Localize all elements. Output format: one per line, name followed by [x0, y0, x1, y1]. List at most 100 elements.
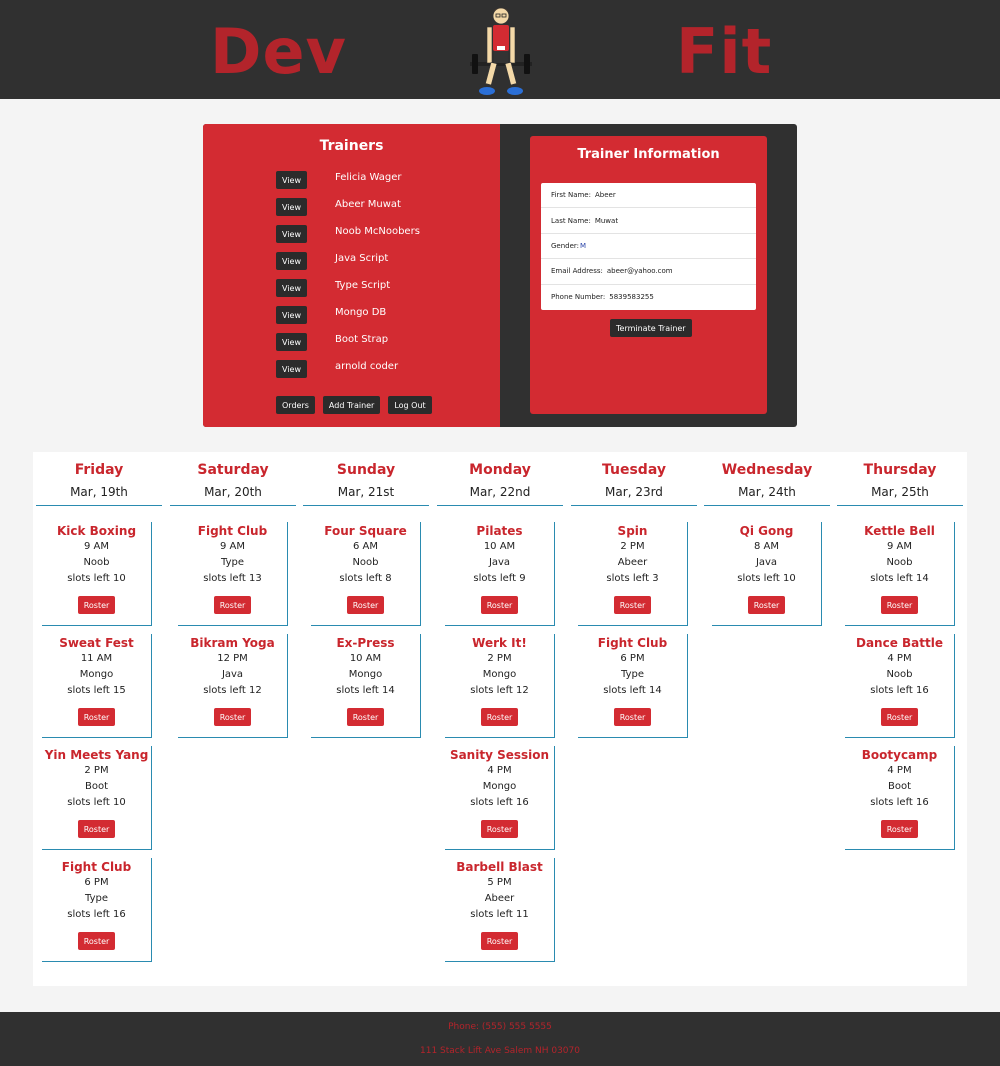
- gender-label: Gender:: [551, 241, 580, 250]
- day-name: Thursday: [863, 462, 937, 478]
- email-item: Email Address: abeer@yahoo.com: [541, 259, 756, 285]
- trainer-row: View Type Script: [276, 278, 390, 298]
- roster-button[interactable]: Roster: [480, 932, 519, 950]
- roster-button[interactable]: Roster: [77, 596, 116, 614]
- class-title: Dance Battle: [856, 636, 943, 650]
- roster-button[interactable]: Roster: [77, 820, 116, 838]
- view-trainer-button[interactable]: View: [276, 360, 307, 378]
- class-slots: slots left 12: [470, 685, 529, 696]
- class-trainer: Java: [755, 557, 778, 568]
- class-time: 6 PM: [84, 877, 109, 888]
- brand-dev: Dev: [210, 15, 347, 88]
- roster-button[interactable]: Roster: [480, 708, 519, 726]
- class-card: Pilates 10 AM Java slots left 9 Roster: [445, 522, 555, 626]
- view-trainer-button[interactable]: View: [276, 171, 307, 189]
- weightlifter-logo-icon: [470, 7, 532, 95]
- class-slots: slots left 14: [336, 685, 395, 696]
- roster-button[interactable]: Roster: [77, 708, 116, 726]
- class-card: Qi Gong 8 AM Java slots left 10 Roster: [712, 522, 822, 626]
- class-slots: slots left 8: [339, 573, 392, 584]
- class-card: Werk It! 2 PM Mongo slots left 12 Roster: [445, 634, 555, 738]
- day-name: Tuesday: [602, 462, 666, 478]
- trainer-name: Boot Strap: [335, 334, 389, 345]
- trainer-info-list: First Name: Abeer Last Name: Muwat Gende…: [541, 183, 756, 310]
- class-card: Kettle Bell 9 AM Noob slots left 14 Rost…: [845, 522, 955, 626]
- roster-button[interactable]: Roster: [747, 596, 786, 614]
- day-column-wednesday: Wednesday Mar, 24th: [704, 452, 830, 506]
- view-trainer-button[interactable]: View: [276, 333, 307, 351]
- day-name: Friday: [74, 462, 124, 478]
- class-time: 9 AM: [83, 541, 109, 552]
- day-date: Mar, 24th: [738, 485, 796, 499]
- class-trainer: Noob: [886, 669, 913, 680]
- class-card: Ex-Press 10 AM Mongo slots left 14 Roste…: [311, 634, 421, 738]
- class-slots: slots left 16: [870, 685, 929, 696]
- class-title: Four Square: [324, 524, 407, 538]
- day-date: Mar, 20th: [204, 485, 262, 499]
- day-header: Monday Mar, 22nd: [437, 452, 563, 506]
- terminate-trainer-button[interactable]: Terminate Trainer: [610, 319, 692, 337]
- class-trainer: Abeer: [617, 557, 648, 568]
- roster-button[interactable]: Roster: [880, 820, 919, 838]
- brand-fit: Fit: [676, 15, 773, 88]
- class-slots: slots left 16: [67, 909, 126, 920]
- roster-button[interactable]: Roster: [346, 596, 385, 614]
- last-name-item: Last Name: Muwat: [541, 208, 756, 234]
- day-date: Mar, 21st: [337, 485, 395, 499]
- roster-button[interactable]: Roster: [346, 708, 385, 726]
- trainer-row: View Java Script: [276, 251, 388, 271]
- roster-button[interactable]: Roster: [613, 596, 652, 614]
- view-trainer-button[interactable]: View: [276, 198, 307, 216]
- class-slots: slots left 14: [603, 685, 662, 696]
- class-trainer: Java: [488, 557, 511, 568]
- roster-button[interactable]: Roster: [480, 820, 519, 838]
- class-slots: slots left 12: [203, 685, 262, 696]
- class-title: Fight Club: [597, 636, 668, 650]
- day-header: Sunday Mar, 21st: [303, 452, 429, 506]
- roster-button[interactable]: Roster: [213, 708, 252, 726]
- day-name: Monday: [469, 462, 531, 478]
- roster-button[interactable]: Roster: [77, 932, 116, 950]
- roster-button[interactable]: Roster: [880, 596, 919, 614]
- view-trainer-button[interactable]: View: [276, 306, 307, 324]
- class-trainer: Type: [85, 893, 108, 904]
- day-date: Mar, 19th: [70, 485, 128, 499]
- class-card: Bikram Yoga 12 PM Java slots left 12 Ros…: [178, 634, 288, 738]
- class-card: Fight Club 9 AM Type slots left 13 Roste…: [178, 522, 288, 626]
- day-header: Friday Mar, 19th: [36, 452, 162, 506]
- class-time: 2 PM: [84, 765, 109, 776]
- log-out-button[interactable]: Log Out: [388, 396, 432, 414]
- class-slots: slots left 11: [470, 909, 529, 920]
- trainer-row: View Boot Strap: [276, 332, 388, 352]
- class-slots: slots left 9: [473, 573, 526, 584]
- roster-button[interactable]: Roster: [213, 596, 252, 614]
- class-time: 9 AM: [219, 541, 245, 552]
- class-slots: slots left 15: [67, 685, 126, 696]
- roster-button[interactable]: Roster: [480, 596, 519, 614]
- gender-value: M: [580, 241, 587, 250]
- class-time: 10 AM: [483, 541, 516, 552]
- class-slots: slots left 16: [470, 797, 529, 808]
- view-trainer-button[interactable]: View: [276, 279, 307, 297]
- last-name-label: Last Name:: [551, 216, 591, 225]
- day-date: Mar, 23rd: [605, 485, 663, 499]
- view-trainer-button[interactable]: View: [276, 225, 307, 243]
- class-time: 8 AM: [753, 541, 779, 552]
- roster-button[interactable]: Roster: [880, 708, 919, 726]
- trainer-panel: Trainers View Felicia Wager View Abeer M…: [203, 124, 797, 427]
- add-trainer-button[interactable]: Add Trainer: [322, 396, 381, 414]
- class-title: Yin Meets Yang: [44, 748, 149, 762]
- class-title: Sweat Fest: [59, 636, 134, 650]
- class-time: 6 AM: [352, 541, 378, 552]
- class-card: Dance Battle 4 PM Noob slots left 16 Ros…: [845, 634, 955, 738]
- day-header: Saturday Mar, 20th: [170, 452, 296, 506]
- class-trainer: Java: [221, 669, 244, 680]
- orders-button[interactable]: Orders: [276, 396, 315, 414]
- day-name: Wednesday: [721, 462, 813, 478]
- class-trainer: Mongo: [79, 669, 114, 680]
- first-name-label: First Name:: [551, 191, 591, 200]
- first-name-item: First Name: Abeer: [541, 183, 756, 209]
- class-slots: slots left 3: [606, 573, 659, 584]
- roster-button[interactable]: Roster: [613, 708, 652, 726]
- view-trainer-button[interactable]: View: [276, 252, 307, 270]
